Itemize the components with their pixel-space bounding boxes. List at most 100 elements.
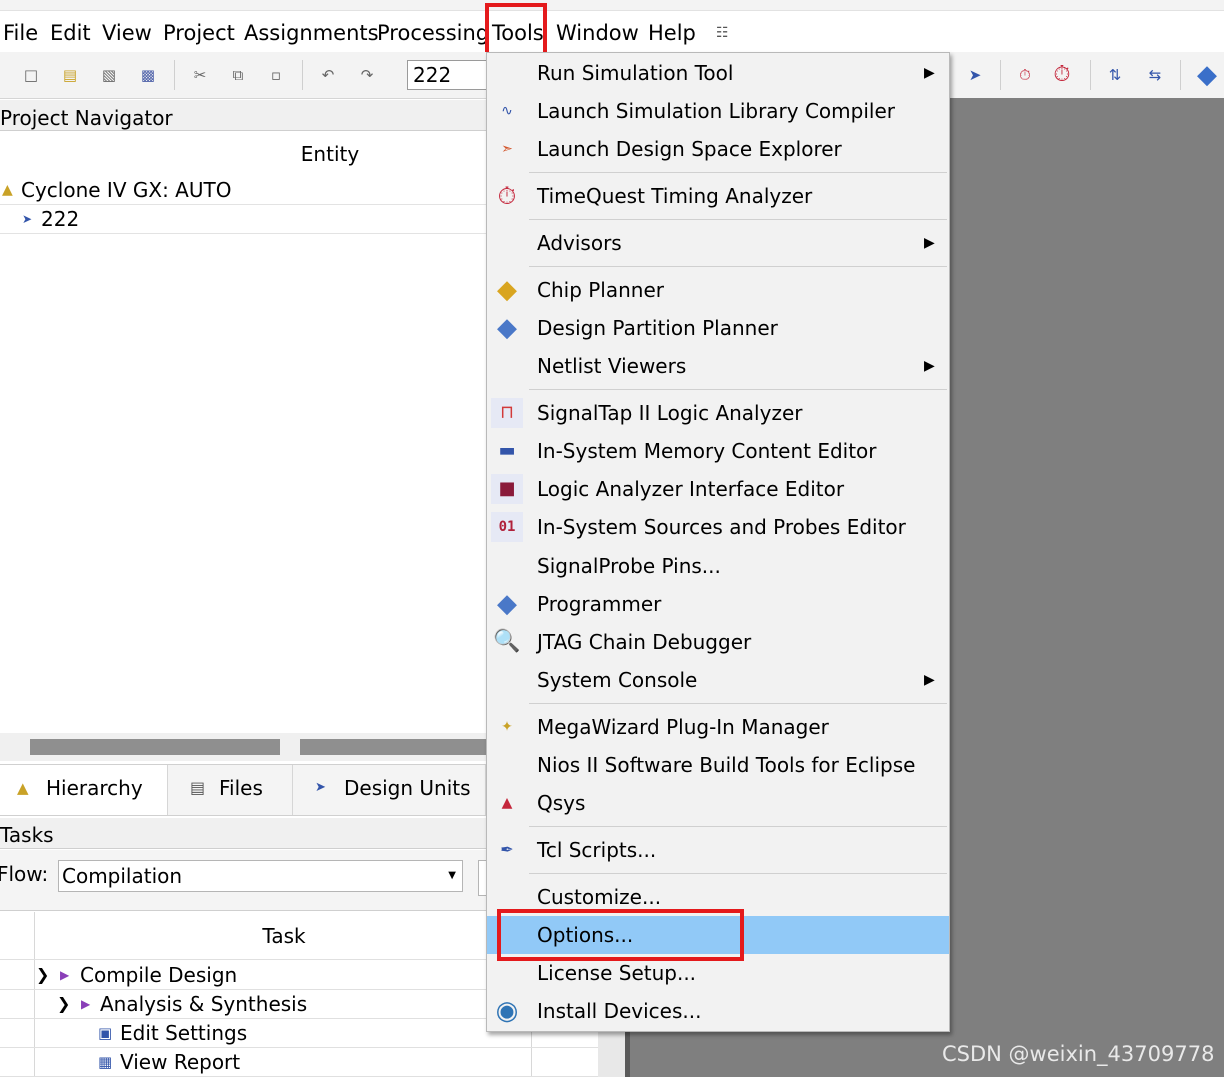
menu-item-programmer[interactable]: ◆ Programmer xyxy=(487,585,949,623)
horizontal-scrollbar[interactable] xyxy=(0,733,486,761)
stopwatch-icon: ⏱ xyxy=(497,182,517,210)
menu-window[interactable]: Window xyxy=(556,20,639,46)
redo-icon[interactable]: ↷ xyxy=(357,65,377,85)
menu-item-label: Programmer xyxy=(537,592,662,616)
menu-item-advisors[interactable]: Advisors ▶ xyxy=(487,224,949,262)
menu-item-memory-editor[interactable]: ▬ In-System Memory Content Editor xyxy=(487,432,949,470)
play-icon: ▶ xyxy=(60,968,70,982)
timequest-icon[interactable]: ⏱ xyxy=(1052,64,1072,86)
task-row[interactable]: ▦ View Report xyxy=(0,1048,598,1077)
menu-assignments[interactable]: Assignments xyxy=(244,20,379,46)
copy-icon[interactable]: ⧉ xyxy=(228,65,248,85)
chevron-down-icon[interactable]: ❯ xyxy=(36,961,49,989)
menu-item-label: Netlist Viewers xyxy=(537,354,687,378)
menu-item-signalprobe-pins[interactable]: SignalProbe Pins... xyxy=(487,547,949,585)
menu-item-nios-ii-sbt[interactable]: Nios II Software Build Tools for Eclipse xyxy=(487,746,949,784)
lai-editor-icon: ■ xyxy=(491,474,523,504)
flow-select[interactable]: Compilation ▼ xyxy=(58,860,463,892)
menu-project[interactable]: Project xyxy=(163,20,235,46)
chip-planner-icon[interactable]: ⇅ xyxy=(1105,65,1125,85)
task-label: View Report xyxy=(120,1050,241,1074)
open-icon[interactable]: ▤ xyxy=(60,65,80,85)
menu-item-jtag-debugger[interactable]: 🔍 JTAG Chain Debugger xyxy=(487,623,949,661)
menu-item-label: SignalProbe Pins... xyxy=(537,554,721,578)
menu-item-sources-probes[interactable]: 01 In-System Sources and Probes Editor xyxy=(487,508,949,546)
navigator-tabs: ▲ Hierarchy ▤ Files ➤ Design Units xyxy=(0,764,486,816)
menu-item-label: Run Simulation Tool xyxy=(537,61,734,85)
signaltap-icon: ⊓ xyxy=(491,398,523,428)
menu-item-megawizard[interactable]: ✦ MegaWizard Plug-In Manager xyxy=(487,708,949,746)
tab-files[interactable]: ▤ Files xyxy=(168,765,293,815)
menu-edit[interactable]: Edit xyxy=(50,20,91,46)
menu-item-design-partition-planner[interactable]: ◆ Design Partition Planner xyxy=(487,309,949,347)
task-label: Compile Design xyxy=(80,963,238,987)
submenu-arrow-icon: ▶ xyxy=(924,235,935,251)
menu-item-lai-editor[interactable]: ■ Logic Analyzer Interface Editor xyxy=(487,470,949,508)
menu-item-chip-planner[interactable]: ◆ Chip Planner xyxy=(487,271,949,309)
scrollbar-track[interactable] xyxy=(300,739,486,755)
chip-planner-icon: ◆ xyxy=(497,275,517,305)
menu-file[interactable]: File xyxy=(3,20,38,46)
menu-separator xyxy=(529,172,947,173)
toolbar-separator xyxy=(1000,60,1001,90)
feather-icon: ✒ xyxy=(500,840,514,859)
submenu-arrow-icon: ▶ xyxy=(924,65,935,81)
undo-icon[interactable]: ↶ xyxy=(318,65,338,85)
menu-item-label: Launch Simulation Library Compiler xyxy=(537,99,895,123)
jtag-debugger-icon: 🔍 xyxy=(493,629,521,654)
tab-design-units-label: Design Units xyxy=(344,776,471,800)
options-annotation-box xyxy=(497,909,744,961)
menu-item-label: JTAG Chain Debugger xyxy=(537,630,752,654)
device-row[interactable]: ▲ Cyclone IV GX: AUTO xyxy=(0,176,486,205)
menu-item-label: Launch Design Space Explorer xyxy=(537,137,842,161)
programmer-icon[interactable]: ◆ xyxy=(1192,60,1222,90)
save-icon[interactable]: ▧ xyxy=(99,65,119,85)
entity-row[interactable]: ➤ 222 xyxy=(0,205,486,234)
tools-annotation-box xyxy=(485,3,547,57)
menu-item-timequest[interactable]: ⏱ TimeQuest Timing Analyzer xyxy=(487,177,949,215)
menu-item-system-console[interactable]: System Console ▶ xyxy=(487,661,949,699)
menu-item-label: Tcl Scripts... xyxy=(537,838,657,862)
save-all-icon[interactable]: ▩ xyxy=(138,65,158,85)
partition-planner-icon: ◆ xyxy=(497,313,517,343)
menu-item-netlist-viewers[interactable]: Netlist Viewers ▶ xyxy=(487,347,949,385)
menu-view[interactable]: View xyxy=(102,20,152,46)
scrollbar-thumb[interactable] xyxy=(30,739,280,755)
partition-icon[interactable]: ⇆ xyxy=(1145,65,1165,85)
tab-hierarchy[interactable]: ▲ Hierarchy xyxy=(0,765,168,815)
menu-help[interactable]: Help xyxy=(648,20,696,46)
sim-compiler-icon: ∿ xyxy=(501,103,513,119)
tab-design-units[interactable]: ➤ Design Units xyxy=(293,765,486,815)
menu-item-label: Advisors xyxy=(537,231,622,255)
menu-processing[interactable]: Processing xyxy=(377,20,489,46)
menu-separator xyxy=(529,703,947,704)
netlist-icon[interactable]: ➤ xyxy=(965,65,985,85)
cut-icon[interactable]: ✂ xyxy=(190,65,210,85)
menu-item-run-simulation-tool[interactable]: Run Simulation Tool ▶ xyxy=(487,54,949,92)
toolbar-separator xyxy=(174,60,175,90)
chevron-down-icon: ▼ xyxy=(448,870,456,881)
timing-icon[interactable]: ⏱ xyxy=(1015,65,1035,85)
toolbar-separator xyxy=(1090,60,1091,90)
menu-item-install-devices[interactable]: ◉ Install Devices... xyxy=(487,992,949,1030)
toolbar-separator xyxy=(302,60,303,90)
menu-item-sim-library-compiler[interactable]: ∿ Launch Simulation Library Compiler xyxy=(487,92,949,130)
menu-item-label: System Console xyxy=(537,668,698,692)
chevron-down-icon[interactable]: ❯ xyxy=(57,990,70,1018)
paste-icon[interactable]: ▫ xyxy=(266,65,286,85)
menu-item-tcl-scripts[interactable]: ✒ Tcl Scripts... xyxy=(487,831,949,869)
menu-item-label: In-System Memory Content Editor xyxy=(537,439,877,463)
menu-item-qsys[interactable]: ▲ Qsys xyxy=(487,784,949,822)
new-file-icon[interactable]: □ xyxy=(21,65,41,85)
menu-item-design-space-explorer[interactable]: ➣ Launch Design Space Explorer xyxy=(487,130,949,168)
project-navigator-title: Project Navigator xyxy=(0,100,486,131)
qsys-icon: ▲ xyxy=(501,795,513,811)
top-entity-combo[interactable]: 222 xyxy=(407,60,497,90)
menu-bar: File Edit View Project Assignments Proce… xyxy=(0,0,1224,57)
menu-item-signaltap[interactable]: ⊓ SignalTap II Logic Analyzer xyxy=(487,394,949,432)
design-units-icon: ➤ xyxy=(315,780,326,795)
tab-hierarchy-label: Hierarchy xyxy=(46,776,143,800)
help-extra-icon[interactable]: ☷ xyxy=(716,20,729,46)
toolbar-separator xyxy=(1180,60,1181,90)
report-icon: ▦ xyxy=(98,1053,113,1071)
